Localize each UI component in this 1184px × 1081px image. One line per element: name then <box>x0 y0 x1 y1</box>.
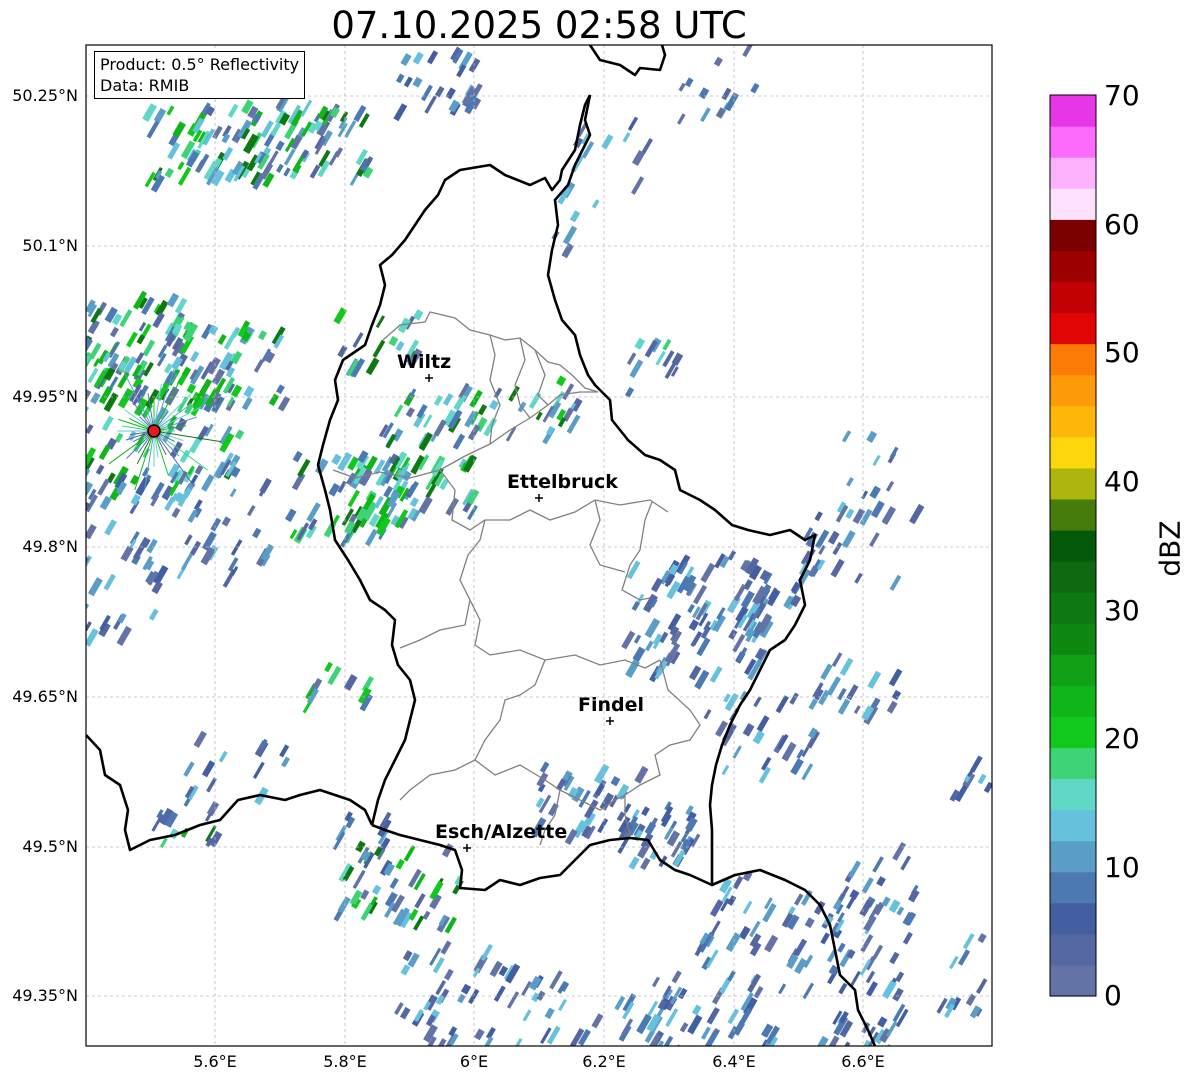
data-source-label: Data: RMIB <box>100 76 190 95</box>
colorbar-tick: 50 <box>1104 336 1140 369</box>
colorbar-segment <box>1050 716 1096 749</box>
lat-label: 49.95°N <box>12 387 78 406</box>
echo-cell <box>55 352 64 364</box>
colorbar-segment <box>1050 529 1096 562</box>
echo-cell <box>75 312 84 322</box>
colorbar-segment <box>1050 250 1096 283</box>
echo-cell <box>56 465 69 480</box>
colorbar-tick: 10 <box>1104 851 1140 884</box>
lon-label: 6.6°E <box>841 1052 885 1071</box>
lat-label: 50.25°N <box>12 86 78 105</box>
lon-label: 6°E <box>459 1052 489 1071</box>
colorbar-segment <box>1050 405 1096 438</box>
echo-cell <box>64 332 73 344</box>
colorbar <box>1050 95 1096 997</box>
colorbar-segment <box>1050 312 1096 345</box>
colorbar-segment <box>1050 902 1096 935</box>
lon-label: 5.6°E <box>193 1052 237 1071</box>
city-label-wiltz: Wiltz <box>397 351 452 373</box>
colorbar-segment <box>1050 964 1096 997</box>
colorbar-segment <box>1050 933 1096 966</box>
colorbar-segment <box>1050 126 1096 158</box>
city-label-ettelbruck: Ettelbruck <box>507 471 618 493</box>
lat-label: 49.5°N <box>22 837 78 856</box>
echo-cell <box>71 297 82 311</box>
colorbar-segment <box>1050 95 1096 127</box>
echo-cell <box>59 445 72 461</box>
colorbar-segment <box>1050 685 1096 717</box>
lon-label: 6.4°E <box>712 1052 756 1071</box>
colorbar-segment <box>1050 436 1096 469</box>
lat-label: 49.65°N <box>12 687 78 706</box>
colorbar-segment <box>1050 747 1096 780</box>
colorbar-segment <box>1050 219 1096 251</box>
colorbar-tick: 20 <box>1104 722 1140 755</box>
colorbar-unit-label: dBZ <box>1153 520 1184 577</box>
echo-cell <box>69 426 82 442</box>
echo-cell <box>77 474 86 485</box>
colorbar-segment <box>1050 871 1096 904</box>
radar-site-marker <box>147 424 161 438</box>
colorbar-segment <box>1050 592 1096 624</box>
colorbar-tick: 40 <box>1104 465 1140 498</box>
echo-cell <box>68 438 78 450</box>
colorbar-segment <box>1050 654 1096 686</box>
colorbar-segment <box>1050 498 1096 531</box>
colorbar-segment <box>1050 840 1096 873</box>
echo-cell <box>75 472 84 484</box>
echo-cell <box>86 297 87 315</box>
echo-cell <box>671 1044 683 1046</box>
colorbar-segment <box>1050 809 1096 842</box>
city-label-esch-alzette: Esch/Alzette <box>435 821 568 843</box>
colorbar-tick: 70 <box>1104 79 1140 112</box>
colorbar-segment <box>1050 467 1096 500</box>
echo-cell <box>64 492 76 507</box>
colorbar-segment <box>1050 778 1096 811</box>
product-label: Product: 0.5° Reflectivity <box>100 55 300 74</box>
colorbar-segment <box>1050 157 1096 189</box>
lon-label: 5.8°E <box>323 1052 367 1071</box>
echo-cell <box>65 337 78 353</box>
city-label-findel: Findel <box>578 694 645 716</box>
map-title: 07.10.2025 02:58 UTC <box>331 4 747 47</box>
lat-label: 49.35°N <box>12 986 78 1005</box>
echo-cell <box>657 1048 673 1068</box>
product-info-box: Product: 0.5° Reflectivity Data: RMIB <box>94 51 306 99</box>
colorbar-tick: 60 <box>1104 208 1140 241</box>
echo-cell <box>71 342 83 356</box>
colorbar-segment <box>1050 374 1096 407</box>
echo-cell <box>65 366 78 383</box>
colorbar-tick: 30 <box>1104 594 1140 627</box>
lon-label: 6.2°E <box>582 1052 626 1071</box>
colorbar-segment <box>1050 343 1096 376</box>
echo-cell <box>62 483 72 496</box>
colorbar-segment <box>1050 561 1096 593</box>
colorbar-tick: 0 <box>1104 979 1122 1012</box>
radar-map <box>54 44 1097 1068</box>
echo-cell <box>62 516 74 532</box>
echo-cell <box>60 472 70 486</box>
colorbar-segment <box>1050 188 1096 220</box>
colorbar-segment <box>1050 281 1096 314</box>
colorbar-segment <box>1050 623 1096 655</box>
lat-label: 50.1°N <box>22 236 78 255</box>
echo-cell <box>54 420 67 438</box>
lat-label: 49.8°N <box>22 537 78 556</box>
